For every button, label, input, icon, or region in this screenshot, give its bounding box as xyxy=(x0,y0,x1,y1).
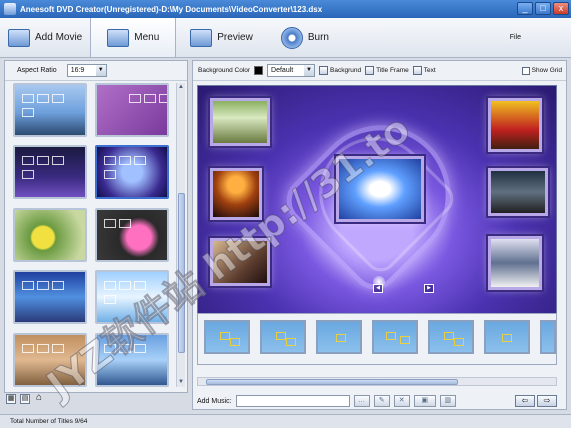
menu-options-bar: Background Color Default ▼ Backgrund Tit… xyxy=(193,61,566,81)
chevron-down-icon: ▼ xyxy=(95,65,106,76)
close-button[interactable]: x xyxy=(553,2,569,15)
grid-view-icon[interactable]: ▦ xyxy=(6,394,16,404)
window-controls: _ □ x xyxy=(517,2,569,15)
menu-editor-panel: Background Color Default ▼ Backgrund Tit… xyxy=(192,60,567,410)
show-grid-toggle[interactable]: Show Grid xyxy=(521,66,566,75)
chapter-template[interactable] xyxy=(204,320,250,354)
title-frame[interactable] xyxy=(488,236,542,290)
title-frame-label: Title Frame xyxy=(376,67,409,74)
menu-label: Menu xyxy=(134,32,160,43)
chapter-scrollbar[interactable] xyxy=(197,377,557,386)
title-frame[interactable] xyxy=(488,98,542,152)
maximize-button[interactable]: □ xyxy=(535,2,551,15)
preview-button[interactable]: Preview xyxy=(176,18,267,57)
template-thumbnail[interactable] xyxy=(95,332,169,387)
preview-label: Preview xyxy=(217,32,253,43)
prev-page-icon[interactable]: ◀ xyxy=(373,284,383,293)
title-frame[interactable] xyxy=(210,98,270,146)
template-thumbnail[interactable] xyxy=(13,145,87,200)
template-thumbnail[interactable] xyxy=(95,207,169,262)
music-file-input[interactable] xyxy=(235,395,350,407)
burn-label: Burn xyxy=(307,32,329,43)
total-titles-status: Total Number of Titles 9/64 xyxy=(10,418,88,425)
main-title-frame[interactable] xyxy=(336,156,424,222)
template-thumbnail[interactable] xyxy=(13,332,87,387)
main-toolbar: Add Movie Menu Preview Burn File xyxy=(0,18,571,58)
text-icon xyxy=(412,66,422,75)
title-frame[interactable] xyxy=(488,168,548,216)
template-thumbnail[interactable] xyxy=(13,270,87,325)
template-thumbnail[interactable] xyxy=(13,207,87,262)
chapter-template[interactable] xyxy=(428,320,474,354)
text-label: Text xyxy=(423,67,436,74)
show-grid-checkbox[interactable] xyxy=(521,66,530,75)
next-page-icon[interactable]: ▶ xyxy=(424,284,434,293)
template-thumbnail-selected[interactable] xyxy=(95,145,169,200)
file-menu[interactable]: File xyxy=(510,18,571,57)
template-thumbnail[interactable] xyxy=(95,83,169,137)
add-movie-icon xyxy=(8,28,30,47)
title-frame-button[interactable]: Title Frame xyxy=(365,66,409,75)
title-frame-icon xyxy=(365,66,375,75)
layout-icon[interactable]: ▥ xyxy=(439,395,456,407)
template-grid xyxy=(11,83,177,387)
home-icon[interactable]: ⌂ xyxy=(34,393,44,404)
title-bar: Aneesoft DVD Creator(Unregistered)-D:\My… xyxy=(0,0,571,18)
scrollbar-thumb[interactable] xyxy=(206,379,458,385)
title-frame[interactable] xyxy=(210,168,262,220)
text-button[interactable]: Text xyxy=(412,66,436,75)
chapter-strip xyxy=(197,313,557,365)
show-grid-label: Show Grid xyxy=(531,67,562,74)
scroll-up-icon[interactable]: ▲ xyxy=(177,83,185,92)
template-scrollbar[interactable]: ▲ ▼ xyxy=(176,83,185,387)
scroll-down-icon[interactable]: ▼ xyxy=(177,378,185,387)
scrollbar-thumb[interactable] xyxy=(178,193,185,353)
edit-music-icon[interactable]: ✎ xyxy=(373,395,390,407)
add-movie-button[interactable]: Add Movie xyxy=(0,18,90,57)
background-icon xyxy=(319,66,329,75)
file-menu-label: File xyxy=(509,34,521,41)
bg-color-label: Background Color xyxy=(198,67,251,74)
menu-icon xyxy=(107,28,130,47)
menu-button[interactable]: Menu xyxy=(90,18,177,57)
browse-music-button[interactable]: … xyxy=(353,395,370,407)
template-panel: Aspect Ratio 16:9 ▼ ▲ ▼ xyxy=(4,60,188,393)
add-movie-label: Add Movie xyxy=(35,32,83,43)
background-label: Backgrund xyxy=(330,67,362,74)
bg-color-value: Default xyxy=(271,67,294,74)
burn-disc-icon xyxy=(280,26,303,49)
chapter-template[interactable] xyxy=(372,320,418,354)
page-nav: ⇦ ⇨ xyxy=(515,395,557,407)
aspect-ratio-row: Aspect Ratio 16:9 ▼ xyxy=(5,61,187,81)
add-music-label: Add Music: xyxy=(197,397,232,405)
window-title: Aneesoft DVD Creator(Unregistered)-D:\My… xyxy=(20,4,323,14)
forward-arrow-icon[interactable]: ⇨ xyxy=(537,395,557,407)
background-button[interactable]: Backgrund xyxy=(319,66,361,75)
bg-color-swatch[interactable] xyxy=(254,66,264,75)
left-bottom-tools: ▦ ▤ ⌂ xyxy=(6,393,44,404)
aspect-ratio-value: 16:9 xyxy=(70,67,85,74)
preview-icon xyxy=(190,28,213,47)
chapter-template[interactable] xyxy=(540,320,556,354)
template-thumbnail[interactable] xyxy=(13,83,87,137)
title-frame[interactable] xyxy=(210,238,270,286)
burn-button[interactable]: Burn xyxy=(267,18,343,57)
remove-music-icon[interactable]: ✕ xyxy=(393,395,410,407)
chapter-settings-icon[interactable]: ▣ xyxy=(413,395,436,407)
app-icon xyxy=(4,3,16,15)
back-arrow-icon[interactable]: ⇦ xyxy=(515,395,535,407)
list-view-icon[interactable]: ▤ xyxy=(20,394,30,404)
chevron-down-icon: ▼ xyxy=(304,65,315,76)
chapter-template[interactable] xyxy=(260,320,306,354)
aspect-ratio-label: Aspect Ratio xyxy=(17,67,57,74)
add-music-row: Add Music: … ✎ ✕ ▣ ▥ ⇦ ⇨ xyxy=(197,394,557,408)
minimize-button[interactable]: _ xyxy=(517,2,533,15)
template-thumbnail[interactable] xyxy=(95,270,169,325)
bg-color-select[interactable]: Default ▼ xyxy=(267,64,316,77)
chapter-template[interactable] xyxy=(316,320,362,354)
aspect-ratio-select[interactable]: 16:9 ▼ xyxy=(66,64,107,77)
status-bar: Total Number of Titles 9/64 xyxy=(0,414,571,428)
chapter-template[interactable] xyxy=(484,320,530,354)
